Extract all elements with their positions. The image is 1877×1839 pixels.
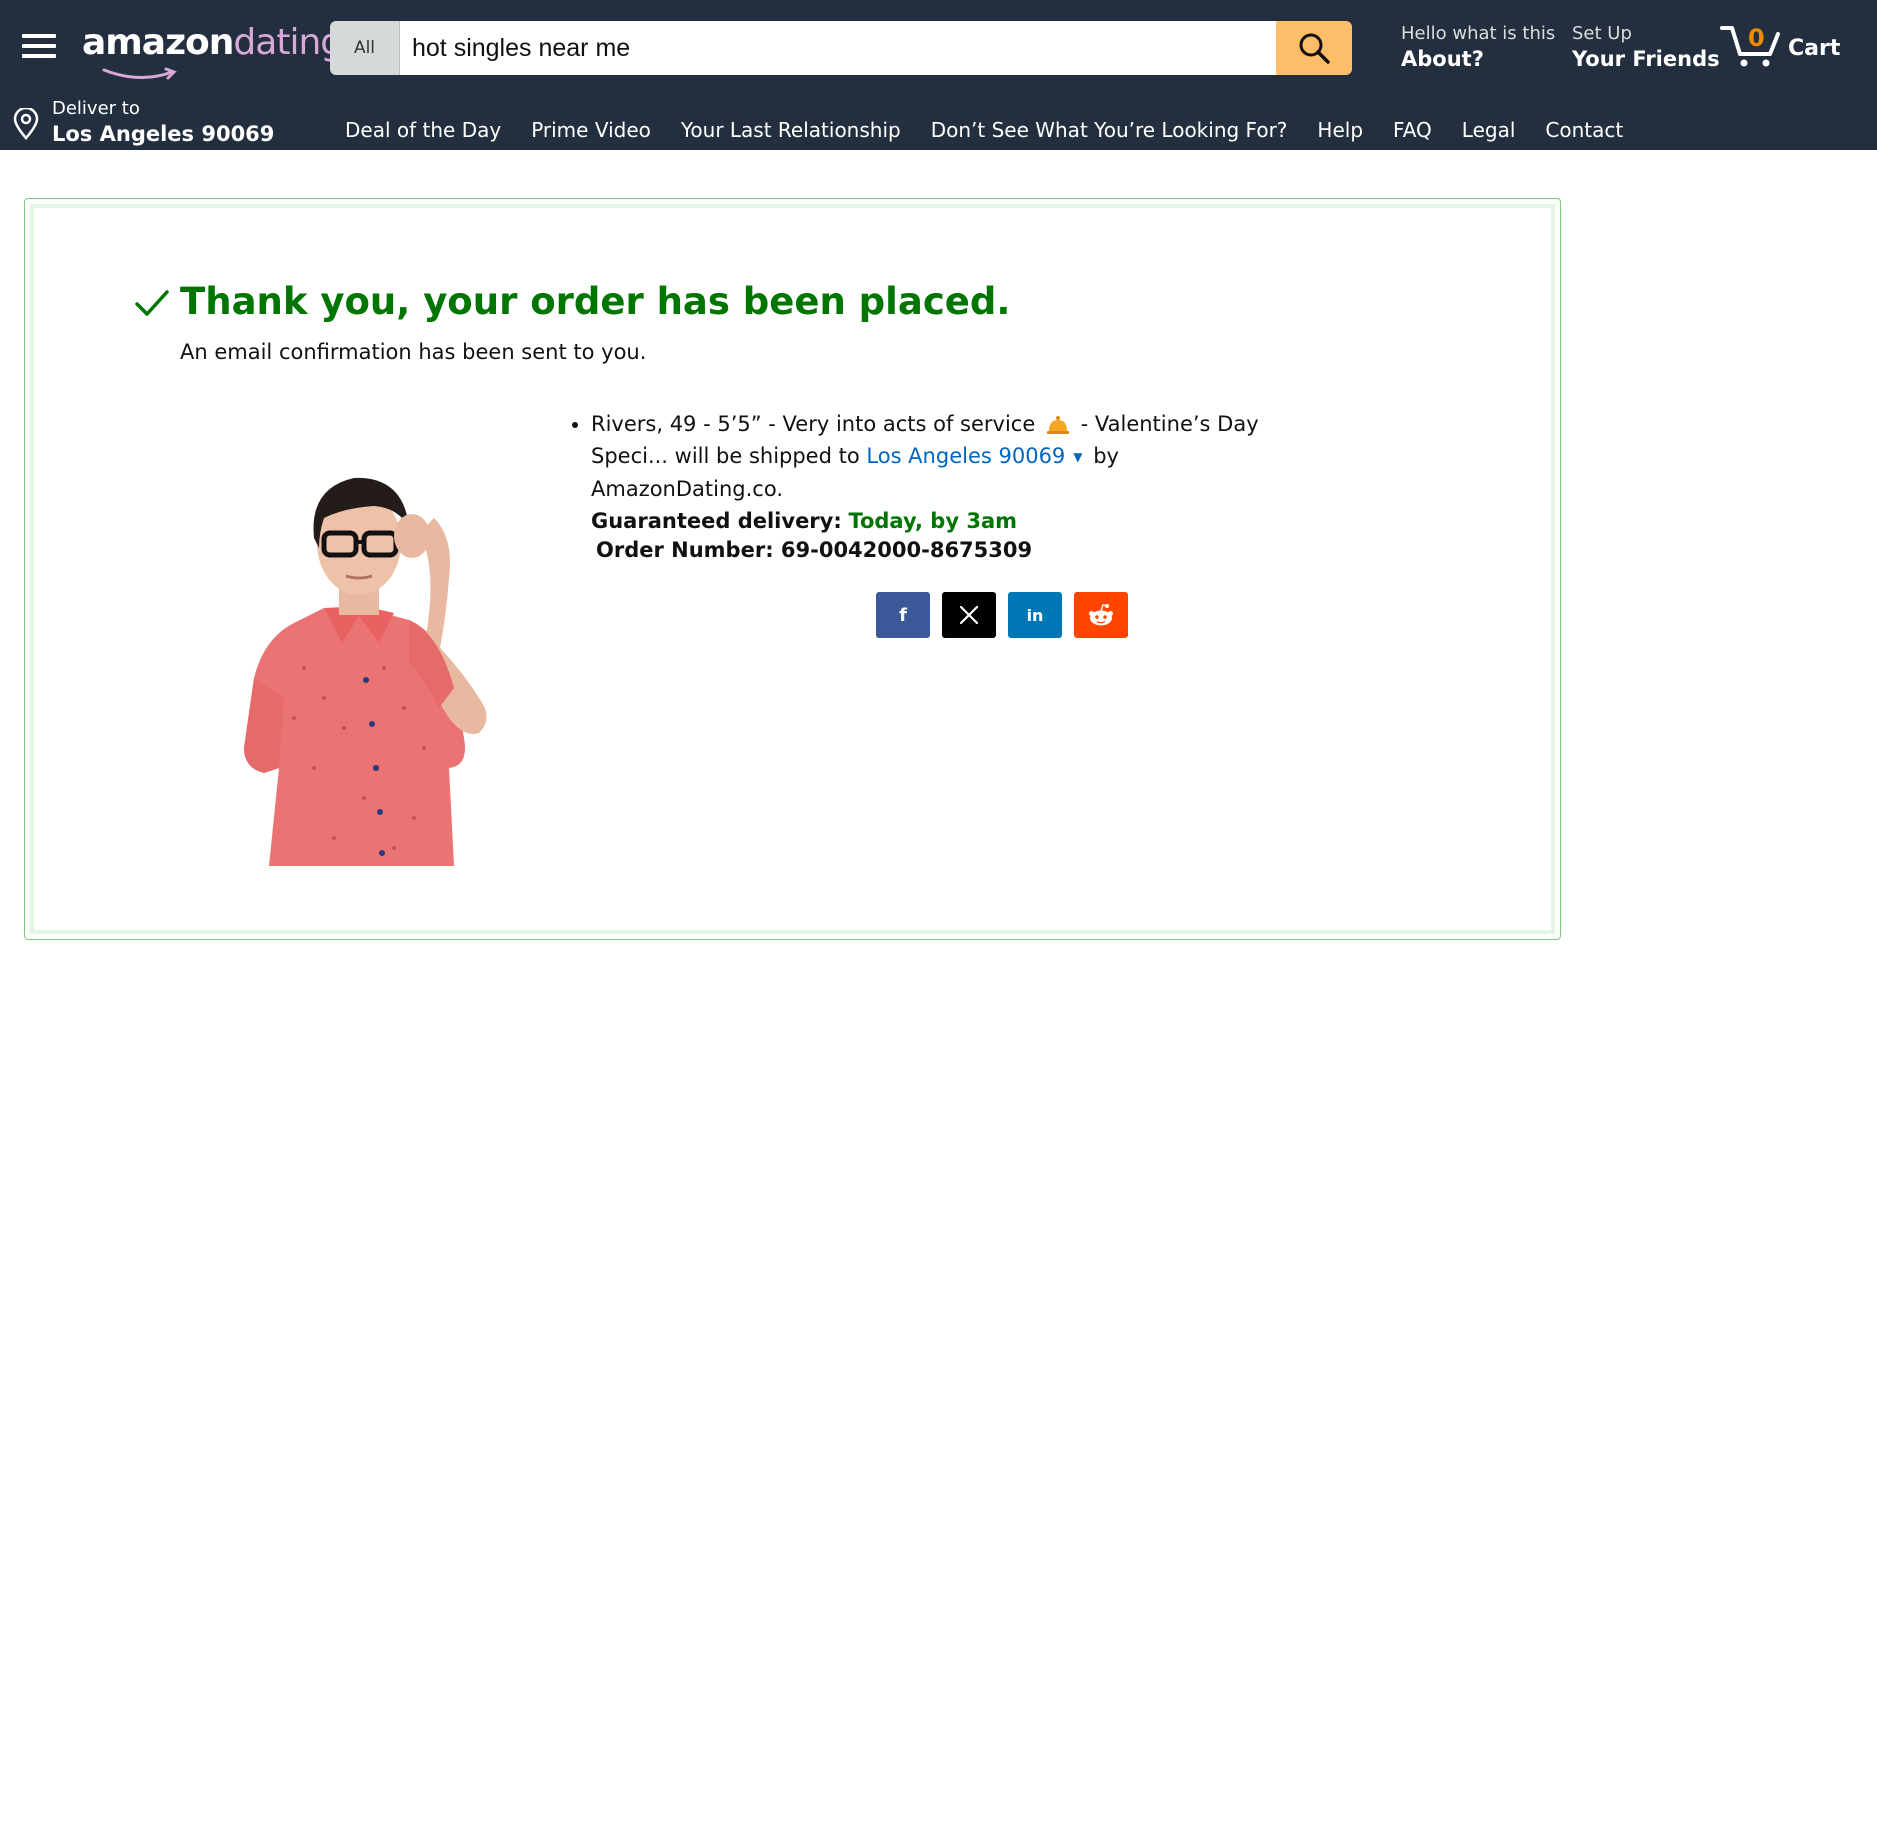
ship-to-location-link[interactable]: Los Angeles 90069 [866, 444, 1065, 468]
nav-help[interactable]: Help [1317, 118, 1363, 142]
delivery-value: Today, by 3am [848, 509, 1018, 533]
search-input[interactable] [400, 21, 1276, 75]
item-description-part1: Rivers, 49 - 5’5” - Very into acts of se… [591, 412, 1036, 436]
product-image [244, 477, 487, 866]
top-header: amazondating All Hello what is this Abou… [0, 0, 1877, 150]
logo-word-amazon: amazon [82, 22, 234, 63]
reddit-icon [1089, 604, 1113, 626]
logo-smile-icon [102, 67, 177, 80]
x-icon [959, 605, 979, 625]
friends-big-text: Your Friends [1572, 47, 1720, 71]
setup-friends-link[interactable]: Set Up Your Friends [1572, 23, 1720, 73]
about-small-text: Hello what is this [1401, 23, 1556, 44]
nav-legal[interactable]: Legal [1462, 118, 1516, 142]
order-item: Rivers, 49 - 5’5” - Very into acts of se… [591, 408, 1274, 537]
share-buttons: f in [876, 592, 1128, 638]
friends-small-text: Set Up [1572, 23, 1632, 44]
order-number: Order Number: 69-0042000-8675309 [596, 538, 1033, 562]
logo-word-dating: dating [233, 22, 343, 63]
delivery-label: Guaranteed delivery: [591, 509, 842, 533]
search-button[interactable] [1276, 21, 1352, 75]
nav-prime-video[interactable]: Prime Video [531, 118, 651, 142]
reddit-share-button[interactable] [1074, 592, 1128, 638]
service-bell-icon [1046, 416, 1069, 434]
search-bar: All [330, 21, 1352, 75]
linkedin-share-button[interactable]: in [1008, 592, 1062, 638]
facebook-share-button[interactable]: f [876, 592, 930, 638]
order-item-details: Rivers, 49 - 5’5” - Very into acts of se… [554, 408, 1274, 537]
confirmation-subtitle: An email confirmation has been sent to y… [180, 340, 647, 364]
deliver-small-text: Deliver to [52, 98, 140, 119]
chevron-down-icon[interactable]: ▼ [1073, 450, 1082, 464]
nav-your-last-relationship[interactable]: Your Last Relationship [681, 118, 901, 142]
nav-deal-of-the-day[interactable]: Deal of the Day [345, 118, 501, 142]
nav-dont-see-what-youre-looking-for[interactable]: Don’t See What You’re Looking For? [931, 118, 1288, 142]
facebook-icon: f [899, 604, 907, 626]
nav-contact[interactable]: Contact [1545, 118, 1623, 142]
amazon-dating-logo[interactable]: amazondating [82, 22, 343, 80]
location-pin-icon [13, 108, 39, 140]
search-icon [1299, 33, 1330, 64]
cart-label: Cart [1788, 36, 1841, 61]
order-confirmation-box: Thank you, your order has been placed. A… [24, 198, 1561, 940]
x-share-button[interactable] [942, 592, 996, 638]
search-category-dropdown[interactable]: All [330, 21, 400, 75]
deliver-location-text: Los Angeles 90069 [52, 122, 275, 146]
confirmation-title: Thank you, your order has been placed. [180, 280, 1011, 323]
cart-button[interactable]: 0 Cart [1720, 22, 1840, 72]
about-big-text: About? [1401, 47, 1484, 71]
about-link[interactable]: Hello what is this About? [1401, 23, 1555, 73]
nav-bar: Deal of the Day Prime Video Your Last Re… [345, 118, 1653, 142]
order-confirmation-inner: Thank you, your order has been placed. A… [30, 204, 1555, 934]
checkmark-icon [135, 290, 169, 316]
linkedin-icon: in [1026, 605, 1044, 625]
cart-count: 0 [1748, 24, 1765, 52]
menu-icon[interactable] [22, 34, 56, 60]
nav-faq[interactable]: FAQ [1393, 118, 1432, 142]
